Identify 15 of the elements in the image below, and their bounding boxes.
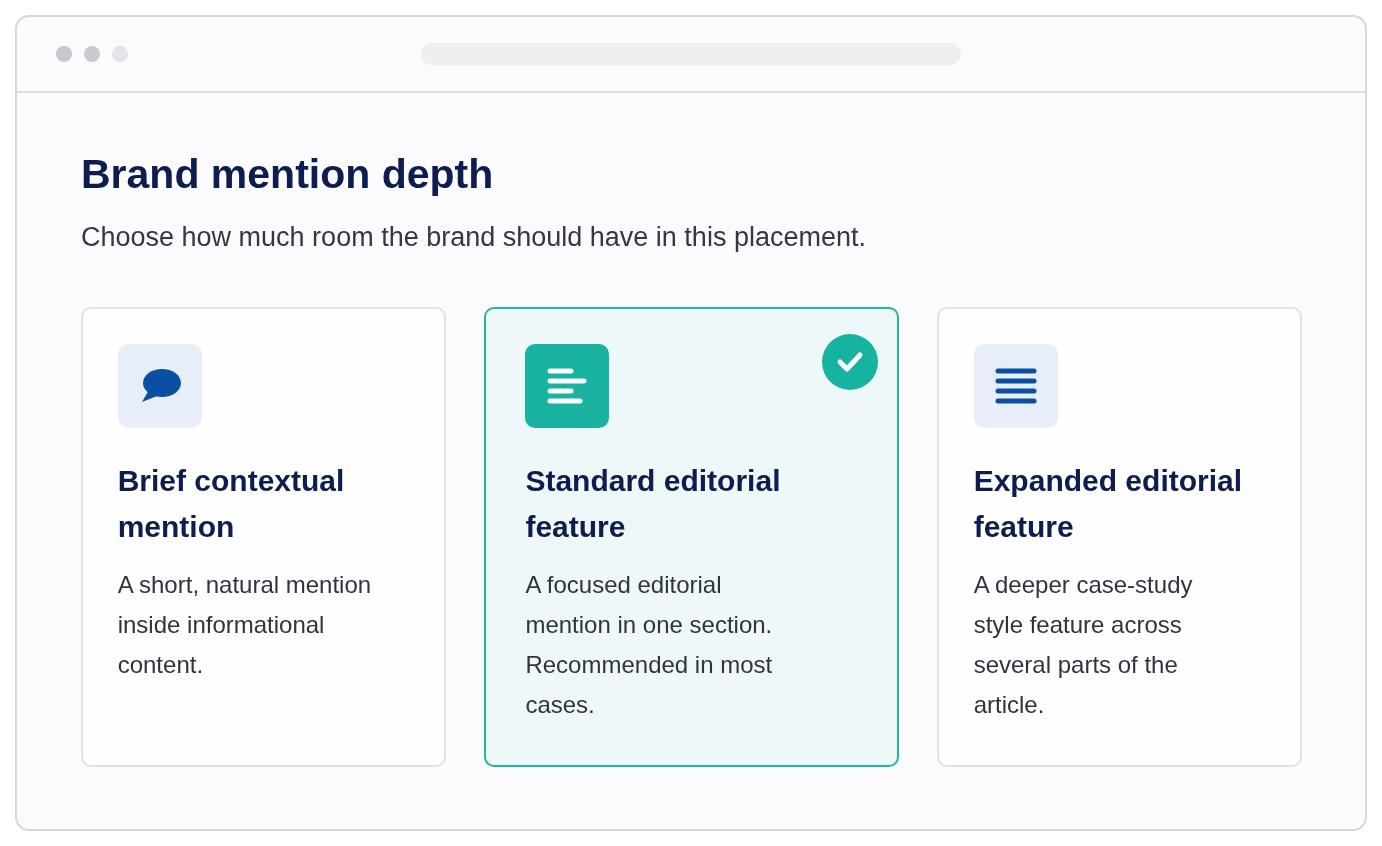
option-card[interactable]: Standard editorial feature A focused editorial mention in one section. Recommended in most cases. (484, 307, 899, 767)
page-title: Brand mention depth (81, 150, 494, 198)
page-subtitle: Choose how much room the brand should have in this placement. (81, 221, 866, 254)
option-card[interactable]: Brief contextual mention A short, natural mention inside informational content. (81, 307, 446, 767)
menu-lines-icon (973, 344, 1058, 428)
speech-bubble-icon (117, 344, 202, 428)
option-description: A focused editorial mention in one section. Recommended in most cases. (525, 570, 774, 720)
option-card[interactable]: Expanded editorial feature A deeper case-study style feature across several parts of the article. (937, 307, 1302, 767)
option-title: Brief contextual mention (117, 463, 346, 545)
checkmark-icon (822, 334, 878, 390)
option-description: A short, natural mention inside informational content. (117, 570, 373, 680)
text-lines-icon (525, 344, 610, 428)
option-title: Standard editorial feature (525, 463, 782, 545)
option-description: A deeper case-study style feature across several parts of the article. (973, 570, 1194, 720)
option-title: Expanded editorial feature (973, 463, 1244, 545)
